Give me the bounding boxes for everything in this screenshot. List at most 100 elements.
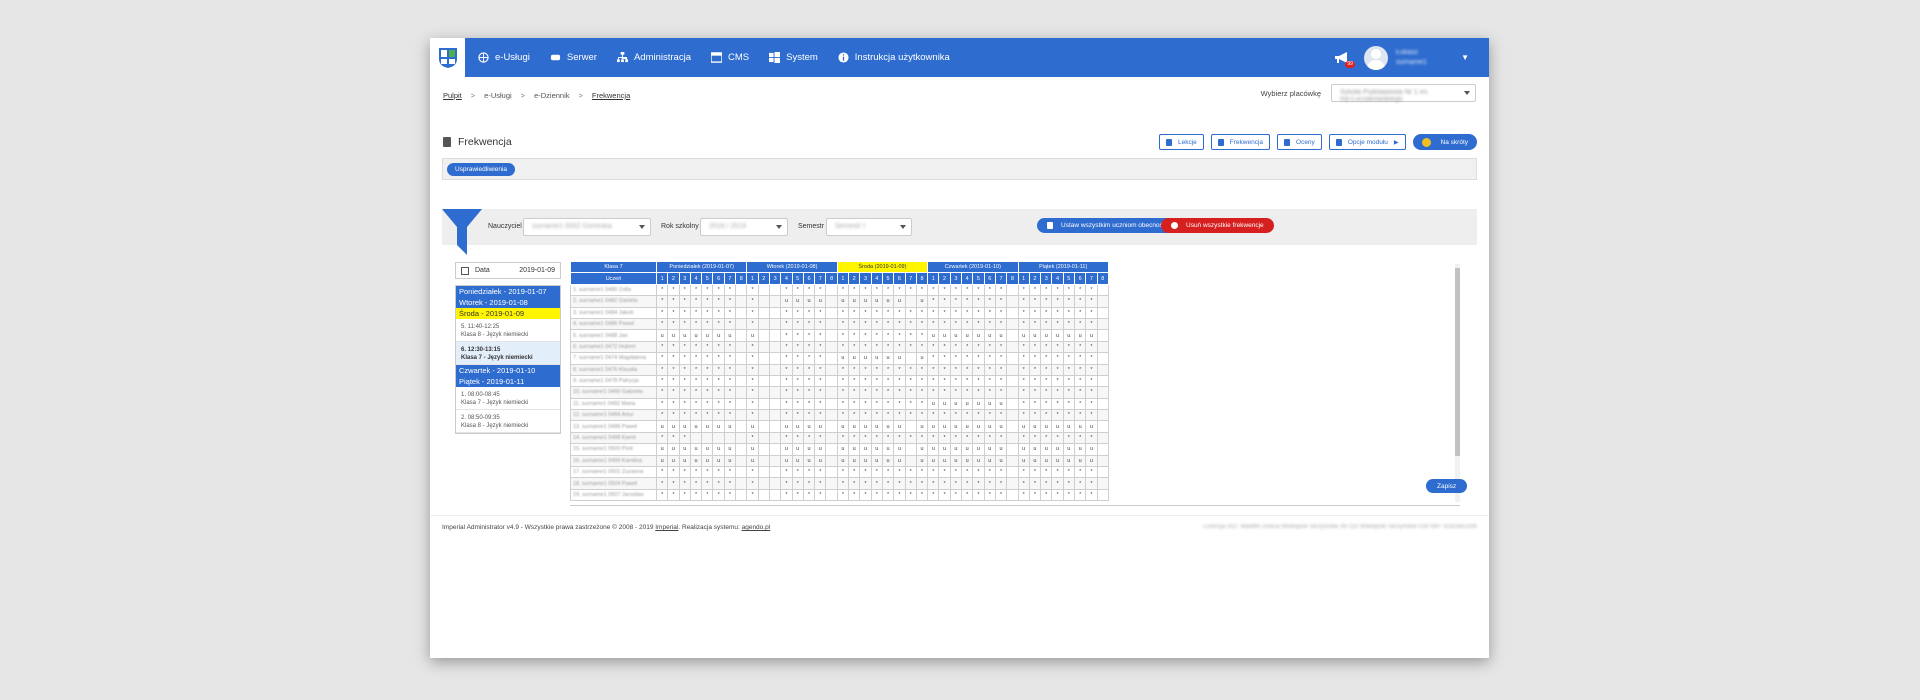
attendance-cell[interactable]: u [994, 443, 1008, 456]
attendance-cell[interactable]: * [1062, 431, 1075, 445]
attendance-cell[interactable]: * [915, 397, 929, 411]
attendance-cell[interactable]: * [1028, 397, 1042, 411]
avatar[interactable] [1363, 45, 1388, 70]
attendance-cell[interactable]: * [893, 374, 906, 388]
delete-attendance-button[interactable]: Usuń wszystkie frekwencje [1161, 218, 1274, 233]
attendance-cell[interactable]: * [859, 363, 872, 376]
attendance-cell[interactable]: * [972, 477, 985, 490]
attendance-cell[interactable]: * [791, 386, 804, 399]
attendance-cell[interactable]: * [893, 283, 906, 297]
attendance-cell[interactable]: u [712, 420, 725, 433]
attendance-cell[interactable]: * [1073, 306, 1087, 319]
attendance-cell[interactable]: * [655, 295, 669, 308]
attendance-cell[interactable]: * [938, 283, 951, 297]
attendance-cell[interactable]: * [949, 466, 963, 479]
attendance-cell[interactable]: u [1051, 454, 1064, 468]
attendance-cell[interactable]: * [870, 363, 883, 376]
attendance-cell[interactable]: u [678, 443, 691, 456]
attendance-cell[interactable] [735, 306, 748, 319]
attendance-cell[interactable]: * [961, 283, 974, 297]
attendance-cell[interactable]: * [848, 409, 861, 422]
attendance-cell[interactable]: * [689, 477, 703, 490]
attendance-cell[interactable]: u [836, 454, 850, 468]
attendance-cell[interactable]: * [667, 295, 680, 308]
attendance-cell[interactable]: u [689, 443, 703, 456]
attendance-cell[interactable]: * [1085, 409, 1098, 422]
attendance-cell[interactable]: * [678, 409, 691, 422]
attendance-cell[interactable]: * [881, 386, 895, 399]
attendance-cell[interactable] [768, 306, 782, 319]
attendance-cell[interactable]: * [1017, 295, 1030, 308]
attendance-cell[interactable]: * [949, 409, 963, 422]
attendance-cell[interactable]: * [655, 317, 669, 331]
attendance-cell[interactable]: * [893, 329, 906, 342]
day-item[interactable]: Środa - 2019-01-09 [456, 308, 560, 319]
attendance-cell[interactable]: * [893, 477, 906, 490]
attendance-cell[interactable]: * [689, 352, 703, 365]
attendance-cell[interactable]: * [836, 363, 850, 376]
attendance-cell[interactable]: * [972, 374, 985, 388]
attendance-cell[interactable]: u [994, 454, 1008, 468]
attendance-cell[interactable]: * [1062, 466, 1075, 479]
attendance-cell[interactable] [1006, 329, 1019, 342]
attendance-cell[interactable]: * [859, 431, 872, 445]
attendance-cell[interactable]: * [746, 363, 759, 376]
attendance-cell[interactable]: * [802, 329, 816, 342]
attendance-cell[interactable] [825, 488, 838, 502]
attendance-cell[interactable]: * [870, 488, 883, 502]
attendance-cell[interactable]: * [1073, 374, 1087, 388]
attendance-cell[interactable]: * [1040, 409, 1053, 422]
attendance-cell[interactable] [904, 454, 917, 468]
attendance-cell[interactable]: u [870, 443, 883, 456]
attendance-cell[interactable]: * [689, 317, 703, 331]
attendance-cell[interactable]: * [859, 283, 872, 297]
attendance-cell[interactable] [1006, 431, 1019, 445]
attendance-cell[interactable]: * [1062, 488, 1075, 502]
nav-item-system[interactable]: System [769, 52, 818, 63]
attendance-cell[interactable]: * [802, 340, 816, 354]
attendance-cell[interactable] [735, 409, 748, 422]
attendance-cell[interactable]: * [780, 477, 793, 490]
attendance-cell[interactable]: * [1062, 386, 1075, 399]
attendance-cell[interactable] [768, 477, 782, 490]
attendance-cell[interactable]: * [814, 397, 827, 411]
attendance-cell[interactable]: u [915, 295, 929, 308]
attendance-cell[interactable]: * [746, 431, 759, 445]
attendance-cell[interactable]: * [927, 374, 940, 388]
attendance-cell[interactable]: * [1028, 477, 1042, 490]
attendance-cell[interactable]: u [893, 454, 906, 468]
attendance-cell[interactable]: u [780, 454, 793, 468]
attendance-cell[interactable]: * [836, 317, 850, 331]
attendance-cell[interactable]: * [972, 295, 985, 308]
attendance-cell[interactable]: * [802, 283, 816, 297]
attendance-cell[interactable]: * [915, 340, 929, 354]
attendance-cell[interactable]: * [983, 317, 996, 331]
attendance-cell[interactable]: * [667, 409, 680, 422]
attendance-cell[interactable]: u [961, 329, 974, 342]
attendance-cell[interactable]: * [1051, 340, 1064, 354]
attendance-cell[interactable]: u [938, 454, 951, 468]
attendance-cell[interactable]: u [915, 352, 929, 365]
attendance-cell[interactable]: * [836, 397, 850, 411]
attendance-cell[interactable]: * [848, 340, 861, 354]
attendance-cell[interactable]: * [972, 306, 985, 319]
attendance-cell[interactable]: u [1062, 443, 1075, 456]
attendance-cell[interactable]: * [1073, 466, 1087, 479]
attendance-cell[interactable]: u [1073, 329, 1087, 342]
attendance-cell[interactable]: * [994, 477, 1008, 490]
attendance-cell[interactable]: * [983, 295, 996, 308]
attendance-cell[interactable]: * [1073, 409, 1087, 422]
attendance-cell[interactable]: * [881, 431, 895, 445]
attendance-cell[interactable]: u [1073, 420, 1087, 433]
attendance-cell[interactable]: * [791, 352, 804, 365]
attendance-cell[interactable]: * [870, 306, 883, 319]
attendance-cell[interactable]: u [689, 454, 703, 468]
attendance-cell[interactable] [757, 340, 770, 354]
footer-imperial-link[interactable]: Imperial [655, 524, 678, 531]
attendance-cell[interactable]: * [915, 283, 929, 297]
attendance-cell[interactable]: * [848, 283, 861, 297]
attendance-cell[interactable]: u [712, 454, 725, 468]
attendance-cell[interactable]: * [972, 466, 985, 479]
attendance-cell[interactable] [825, 283, 838, 297]
attendance-cell[interactable]: * [701, 340, 714, 354]
